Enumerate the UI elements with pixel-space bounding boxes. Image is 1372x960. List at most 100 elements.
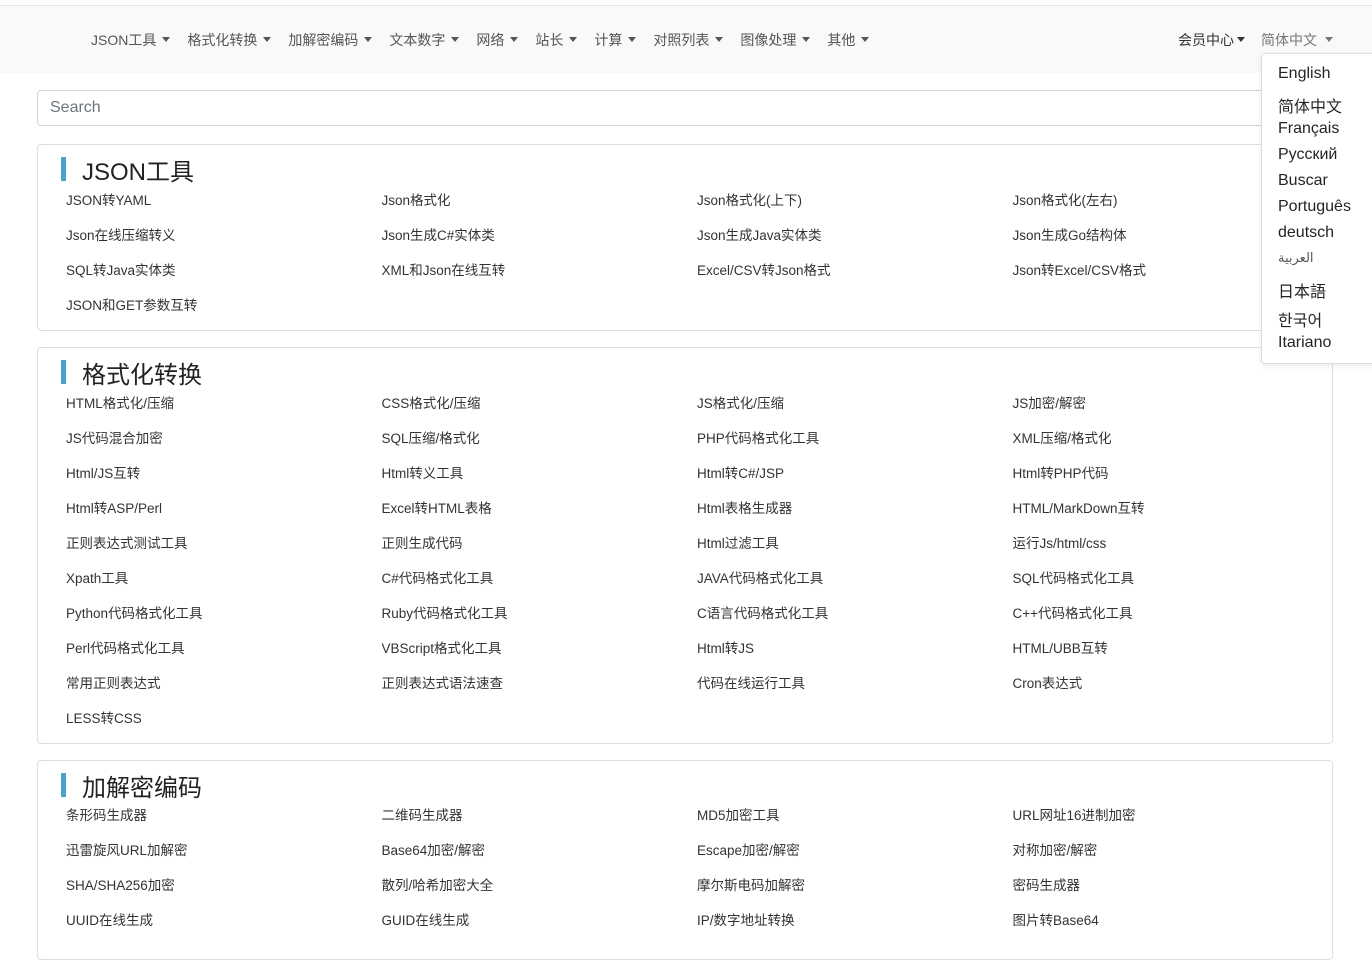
- language-option-korean[interactable]: 한국어: [1278, 307, 1322, 331]
- tool-link[interactable]: Ruby代码格式化工具: [382, 596, 698, 631]
- tool-link[interactable]: SQL压缩/格式化: [382, 421, 698, 456]
- tool-link[interactable]: Cron表达式: [1013, 666, 1329, 701]
- tool-link[interactable]: SHA/SHA256加密: [66, 868, 382, 903]
- tool-link[interactable]: HTML/MarkDown互转: [1013, 491, 1329, 526]
- tool-link[interactable]: Json生成Java实体类: [697, 218, 1013, 253]
- nav-image-processing[interactable]: 图像处理: [740, 30, 811, 50]
- tool-link[interactable]: C++代码格式化工具: [1013, 596, 1329, 631]
- tool-link[interactable]: Html过滤工具: [697, 526, 1013, 561]
- search-input[interactable]: [38, 91, 1336, 125]
- tool-link[interactable]: SQL代码格式化工具: [1013, 561, 1329, 596]
- nav-label: 加解密编码: [288, 31, 359, 48]
- language-option-simplified-chinese[interactable]: 简体中文: [1278, 93, 1342, 117]
- chevron-down-icon: [510, 37, 519, 42]
- nav-encrypt-encode[interactable]: 加解密编码: [288, 30, 373, 50]
- tool-link[interactable]: Html转ASP/Perl: [66, 491, 382, 526]
- tool-link[interactable]: Json生成C#实体类: [382, 218, 698, 253]
- tool-link[interactable]: JSON转YAML: [66, 183, 382, 218]
- tool-link[interactable]: 密码生成器: [1013, 868, 1329, 903]
- tool-link[interactable]: 散列/哈希加密大全: [382, 868, 698, 903]
- tool-link[interactable]: 图片转Base64: [1013, 903, 1329, 938]
- nav-webmaster[interactable]: 站长: [535, 30, 578, 50]
- tool-link[interactable]: Python代码格式化工具: [66, 596, 382, 631]
- tool-link[interactable]: JAVA代码格式化工具: [697, 561, 1013, 596]
- tool-link[interactable]: Xpath工具: [66, 561, 382, 596]
- tool-link[interactable]: PHP代码格式化工具: [697, 421, 1013, 456]
- tool-link[interactable]: LESS转CSS: [66, 701, 382, 736]
- section-title: 加解密编码: [61, 769, 202, 802]
- tool-link[interactable]: Excel/CSV转Json格式: [697, 253, 1013, 288]
- tool-link[interactable]: Json格式化: [382, 183, 698, 218]
- tool-link[interactable]: JS代码混合加密: [66, 421, 382, 456]
- tool-link[interactable]: 对称加密/解密: [1013, 833, 1329, 868]
- tool-link[interactable]: VBScript格式化工具: [382, 631, 698, 666]
- member-center-dropdown[interactable]: 会员中心: [1178, 30, 1245, 50]
- nav-label: 网络: [476, 31, 505, 48]
- tool-link[interactable]: Html转义工具: [382, 456, 698, 491]
- tool-link[interactable]: UUID在线生成: [66, 903, 382, 938]
- nav-network[interactable]: 网络: [476, 30, 519, 50]
- tool-link[interactable]: 二维码生成器: [382, 798, 698, 833]
- tool-link[interactable]: 正则表达式语法速查: [382, 666, 698, 701]
- tool-link[interactable]: Html转JS: [697, 631, 1013, 666]
- tool-link[interactable]: Html/JS互转: [66, 456, 382, 491]
- section-title-text: 格式化转换: [82, 361, 202, 389]
- nav-format-convert[interactable]: 格式化转换: [187, 30, 272, 50]
- nav-text-number[interactable]: 文本数字: [389, 30, 460, 50]
- language-option-russian[interactable]: Русский: [1278, 146, 1337, 164]
- tool-link[interactable]: 正则表达式测试工具: [66, 526, 382, 561]
- tool-link[interactable]: C#代码格式化工具: [382, 561, 698, 596]
- tool-link[interactable]: C语言代码格式化工具: [697, 596, 1013, 631]
- tool-link[interactable]: XML和Json在线互转: [382, 253, 698, 288]
- language-option-german[interactable]: deutsch: [1278, 224, 1334, 242]
- tool-link[interactable]: Base64加密/解密: [382, 833, 698, 868]
- tool-link[interactable]: SQL转Java实体类: [66, 253, 382, 288]
- language-option-portuguese[interactable]: Português: [1278, 198, 1351, 216]
- nav-other[interactable]: 其他: [827, 30, 870, 50]
- language-option-italian[interactable]: Itariano: [1278, 334, 1331, 352]
- tool-link[interactable]: HTML格式化/压缩: [66, 386, 382, 421]
- tool-link[interactable]: JSON和GET参数互转: [66, 288, 382, 323]
- chevron-down-icon: [451, 37, 460, 42]
- language-dropdown[interactable]: 简体中文: [1261, 30, 1333, 50]
- nav-json-tools[interactable]: JSON工具: [91, 30, 171, 50]
- chevron-down-icon: [802, 37, 811, 42]
- tool-link[interactable]: Html转PHP代码: [1013, 456, 1329, 491]
- tool-link[interactable]: Html表格生成器: [697, 491, 1013, 526]
- tool-link[interactable]: 常用正则表达式: [66, 666, 382, 701]
- nav-reference-list[interactable]: 对照列表: [653, 30, 724, 50]
- tool-link-grid: JSON转YAML Json格式化 Json格式化(上下) Json格式化(左右) Js…: [66, 183, 1332, 323]
- language-option-english[interactable]: English: [1278, 65, 1330, 83]
- chevron-down-icon: [1325, 37, 1333, 42]
- tool-link[interactable]: Excel转HTML表格: [382, 491, 698, 526]
- tool-link[interactable]: GUID在线生成: [382, 903, 698, 938]
- language-option-japanese[interactable]: 日本語: [1278, 278, 1326, 302]
- tool-link[interactable]: Json在线压缩转义: [66, 218, 382, 253]
- tool-link[interactable]: Escape加密/解密: [697, 833, 1013, 868]
- language-option-arabic[interactable]: العربية: [1278, 250, 1314, 266]
- chevron-down-icon: [1237, 37, 1245, 42]
- tool-link[interactable]: Json格式化(上下): [697, 183, 1013, 218]
- tool-link[interactable]: XML压缩/格式化: [1013, 421, 1329, 456]
- tool-link[interactable]: 代码在线运行工具: [697, 666, 1013, 701]
- tool-link[interactable]: 条形码生成器: [66, 798, 382, 833]
- tool-link[interactable]: 正则生成代码: [382, 526, 698, 561]
- tool-link[interactable]: URL网址16进制加密: [1013, 798, 1329, 833]
- nav-calculate[interactable]: 计算: [594, 30, 637, 50]
- tool-link[interactable]: 摩尔斯电码加解密: [697, 868, 1013, 903]
- tool-link-grid: 条形码生成器 二维码生成器 MD5加密工具 URL网址16进制加密迅雷旋风URL加解密…: [66, 798, 1332, 938]
- tool-link[interactable]: MD5加密工具: [697, 798, 1013, 833]
- tool-link[interactable]: JS加密/解密: [1013, 386, 1329, 421]
- tool-link[interactable]: HTML/UBB互转: [1013, 631, 1329, 666]
- language-option-spanish[interactable]: Buscar: [1278, 172, 1328, 190]
- tool-link[interactable]: IP/数字地址转换: [697, 903, 1013, 938]
- tool-link[interactable]: 迅雷旋风URL加解密: [66, 833, 382, 868]
- nav-label: 格式化转换: [187, 31, 258, 48]
- tool-link[interactable]: 运行Js/html/css: [1013, 526, 1329, 561]
- tool-link[interactable]: Html转C#/JSP: [697, 456, 1013, 491]
- tool-link[interactable]: JS格式化/压缩: [697, 386, 1013, 421]
- nav-menu: JSON工具 格式化转换 加解密编码 文本数字 网络 站长 计算 对照列表 图像…: [91, 6, 886, 73]
- tool-link[interactable]: CSS格式化/压缩: [382, 386, 698, 421]
- language-option-french[interactable]: Français: [1278, 120, 1339, 138]
- tool-link[interactable]: Perl代码格式化工具: [66, 631, 382, 666]
